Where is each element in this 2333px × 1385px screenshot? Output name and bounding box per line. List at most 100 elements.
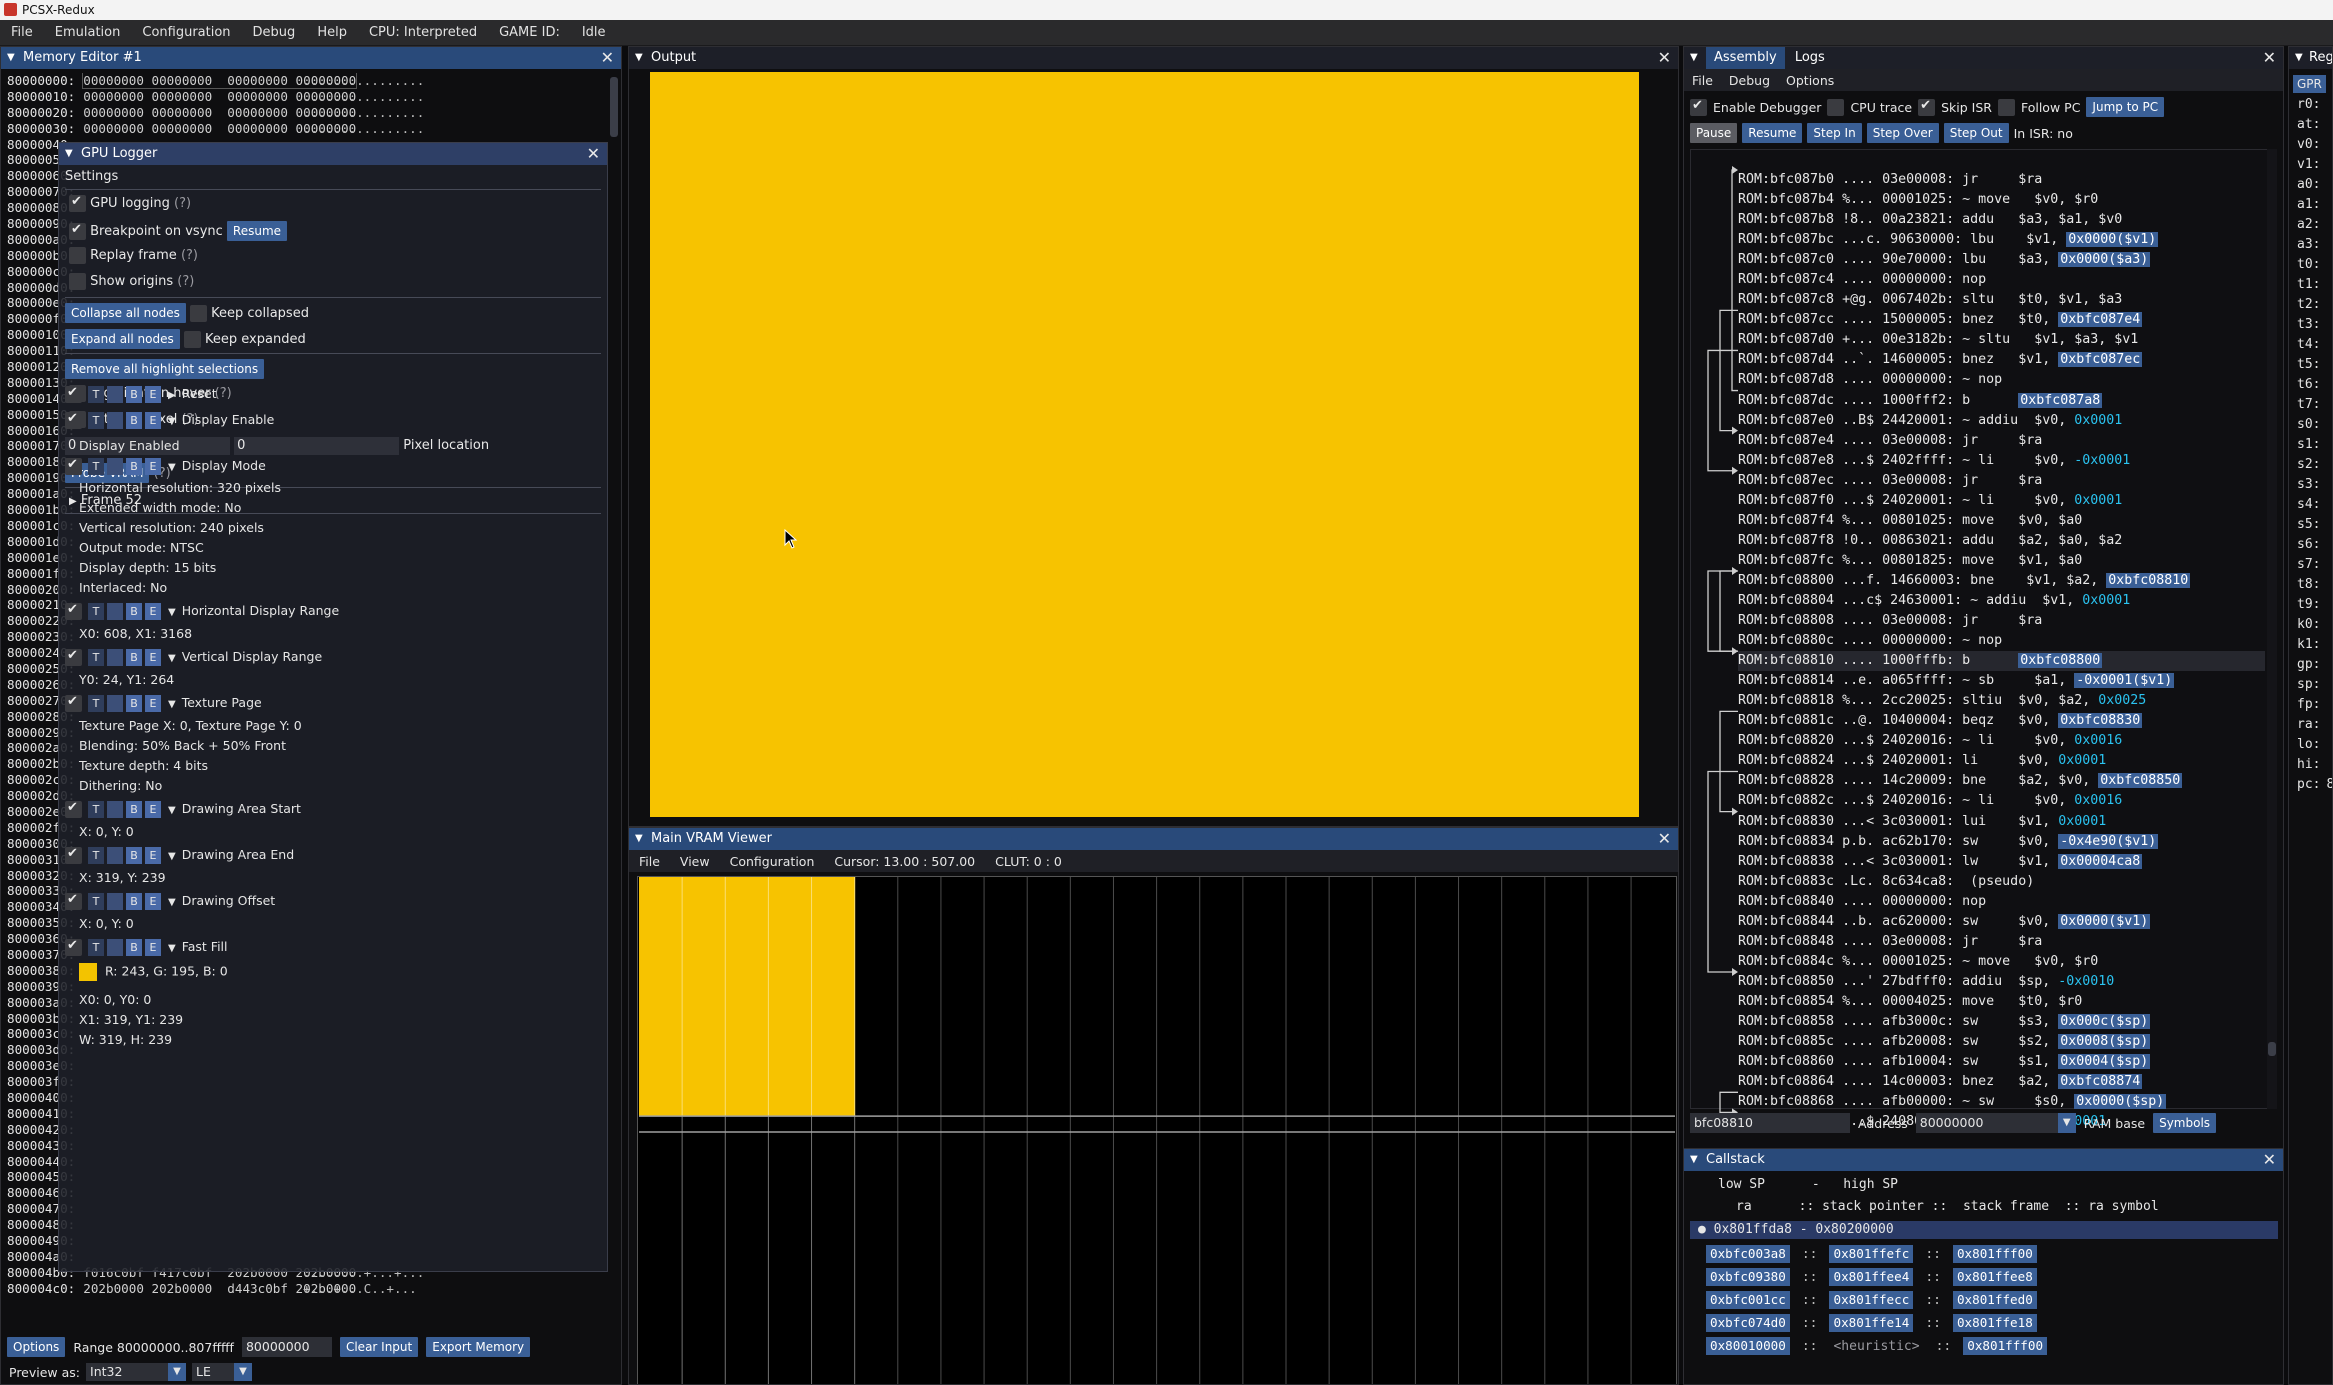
tab-logs[interactable]: Logs [1789,50,1831,65]
breakpoint-toggle[interactable]: B [126,603,142,620]
register-row[interactable]: t2: [2297,295,2332,315]
collapse-triangle-icon[interactable]: ▼ [168,653,176,664]
vram-framebuffer-region[interactable] [639,877,856,1117]
help-mark[interactable]: (?) [181,248,198,263]
breakpoint-toggle[interactable]: B [126,939,142,956]
help-mark[interactable]: (?) [215,386,232,401]
disassembly-scrollbar[interactable] [2267,149,2277,1109]
register-row[interactable]: s2: [2297,455,2332,475]
callstack-row[interactable]: 0xbfc09380:: 0x801ffee4:: 0x801ffee8 [1706,1268,2037,1286]
close-icon[interactable]: ✕ [2263,1149,2276,1171]
callstack-sp[interactable]: 0x801ffefc [1829,1245,1914,1263]
disassembly-line[interactable]: ROM:bfc087fc %... 00801825: move $v1, $a… [1738,551,2265,571]
register-row[interactable]: t0: [2297,255,2332,275]
node-hrange[interactable]: T BE ▼ Horizontal Display Range [65,602,339,620]
disassembly-line[interactable]: ROM:bfc087f0 ...$ 24020001: ~ li $v0, 0x… [1738,491,2265,511]
close-icon[interactable]: ✕ [601,47,614,69]
collapse-triangle-icon[interactable]: ▼ [635,828,643,850]
node-vrange[interactable]: T BE ▼ Vertical Display Range [65,648,322,666]
register-row[interactable]: a1: [2297,195,2332,215]
callstack-sp[interactable]: 0x801ffe14 [1829,1314,1914,1332]
register-row[interactable]: k0: [2297,615,2332,635]
disassembly-lines[interactable]: ROM:bfc087b0 .... 03e00008: jr $ra ROM:bf… [1738,170,2265,1132]
register-row[interactable]: t6: [2297,375,2332,395]
step-out-button[interactable]: Step Out [1943,123,2009,143]
show-origins-checkbox[interactable] [69,273,86,290]
node-enable-checkbox[interactable] [65,938,82,956]
trace-toggle[interactable]: T [88,412,104,429]
collapse-triangle-icon[interactable]: ▼ [65,143,73,165]
asm-menu-options[interactable]: Options [1778,73,1842,88]
register-row[interactable]: pc: 8 [2297,775,2332,795]
disassembly-line[interactable]: ROM:bfc08858 .... afb3000c: sw $s3, 0x00… [1738,1012,2265,1032]
collapse-triangle-icon[interactable]: ▼ [168,897,176,908]
callstack-row[interactable]: 0xbfc001cc:: 0x801ffecc:: 0x801ffed0 [1706,1291,2037,1309]
preview-type-select[interactable]: Int32 ▼ [86,1363,187,1381]
register-row[interactable]: s1: [2297,435,2332,455]
disassembly-line[interactable]: ROM:bfc087ec .... 03e00008: jr $ra [1738,471,2265,491]
callstack-ra[interactable]: 0xbfc09380 [1706,1268,1790,1286]
disassembly-line[interactable]: ROM:bfc087f4 %... 00801025: move $v0, $a… [1738,511,2265,531]
tab-assembly[interactable]: Assembly [1706,47,1785,69]
disassembly-line[interactable]: ROM:bfc08800 ...f. 14660003: bne $v1, $a… [1738,571,2265,591]
register-row[interactable]: s5: [2297,515,2332,535]
register-row[interactable]: s3: [2297,475,2332,495]
breakpoint-toggle[interactable]: B [126,458,142,475]
register-row[interactable]: sp: [2297,675,2332,695]
register-row[interactable]: a0: [2297,175,2332,195]
callstack-titlebar[interactable]: ▼ Callstack ✕ [1684,1149,2283,1171]
operand-link[interactable]: 0xbfc08810 [2106,572,2191,588]
breakpoint-toggle[interactable]: B [126,847,142,864]
operand-link[interactable]: -0x0001($v1) [2074,673,2175,689]
register-row[interactable]: s0: [2297,415,2332,435]
asm-menu-debug[interactable]: Debug [1721,73,1778,88]
clear-input-button[interactable]: Clear Input [339,1337,419,1357]
disassembly-line[interactable]: ROM:bfc08848 .... 03e00008: jr $ra [1738,932,2265,952]
disassembly-line[interactable]: ROM:bfc08820 ...$ 24020016: ~ li $v0, 0x… [1738,731,2265,751]
color-swatch[interactable] [79,963,97,981]
register-row[interactable]: t1: [2297,275,2332,295]
vram-menu-configuration[interactable]: Configuration [720,854,825,869]
cpu-trace-checkbox[interactable] [1827,98,1845,116]
disassembly-line[interactable]: ROM:bfc0880c .... 00000000: ~ nop [1738,631,2265,651]
node-enable-checkbox[interactable] [65,457,82,475]
callstack-sp[interactable]: 0x801ffecc [1829,1291,1914,1309]
remove-highlight-button[interactable]: Remove all highlight selections [65,359,265,379]
enable-debugger-checkbox[interactable] [1690,98,1707,116]
expand-triangle-icon[interactable]: ▶ [69,496,77,507]
operand-link[interactable]: 0xbfc08830 [2058,713,2143,729]
callstack-row[interactable]: 0x80010000:: <heuristic>:: 0x801fff00 [1706,1337,2048,1355]
disassembly-line[interactable]: ROM:bfc0885c .... afb20008: sw $s2, 0x00… [1738,1032,2265,1052]
disassembly-line[interactable]: ROM:bfc08838 ...< 3c030001: lw $v1, 0x00… [1738,852,2265,872]
collapse-triangle-icon[interactable]: ▼ [1690,1149,1698,1171]
disassembly-line[interactable]: ROM:bfc0884c %... 00001025: ~ move $v0, … [1738,952,2265,972]
node-draw-offset[interactable]: T BE ▼ Drawing Offset [65,892,275,910]
keep-collapsed-checkbox[interactable] [189,305,207,322]
node-enable-checkbox[interactable] [65,846,82,864]
disassembly-line[interactable]: ROM:bfc087cc .... 15000005: bnez $t0, 0x… [1738,310,2265,330]
collapse-triangle-icon[interactable]: ▼ [168,851,176,862]
callstack-selected-frame[interactable]: ● 0x801ffda8 - 0x80200000 [1690,1221,2278,1239]
node-enable-checkbox[interactable] [65,800,82,818]
settings-menu[interactable]: Settings [65,169,118,184]
register-row[interactable]: v0: [2297,135,2332,155]
register-row[interactable]: r0: [2297,95,2332,115]
trace-toggle[interactable]: T [88,801,104,818]
edit-toggle[interactable]: E [145,412,161,429]
breakpoint-vsync-checkbox[interactable] [69,222,86,240]
tab-gpr[interactable]: GPR [2293,75,2326,93]
register-row[interactable]: a3: [2297,235,2332,255]
asm-menu-file[interactable]: File [1684,73,1721,88]
memory-scrollbar[interactable] [610,77,618,137]
step-over-button[interactable]: Step Over [1866,123,1939,143]
operand-link[interactable]: -0x4e90($v1) [2058,833,2159,849]
disassembly-line[interactable]: ROM:bfc08804 ...c$ 24630001: ~ addiu $v1… [1738,591,2265,611]
memory-row[interactable]: 80000000: 00000000 00000000 00000000 0000… [7,73,607,89]
disassembly-line[interactable]: ROM:bfc08824 ...$ 24020001: li $v0, 0x00… [1738,751,2265,771]
register-row[interactable]: t7: [2297,395,2332,415]
skip-isr-checkbox[interactable] [1918,98,1936,116]
collapse-triangle-icon[interactable]: ▼ [2295,47,2303,69]
breakpoint-toggle[interactable]: B [126,412,142,429]
callstack-sp[interactable]: 0x801ffee4 [1829,1268,1914,1286]
collapse-triangle-icon[interactable]: ▼ [1690,47,1698,69]
